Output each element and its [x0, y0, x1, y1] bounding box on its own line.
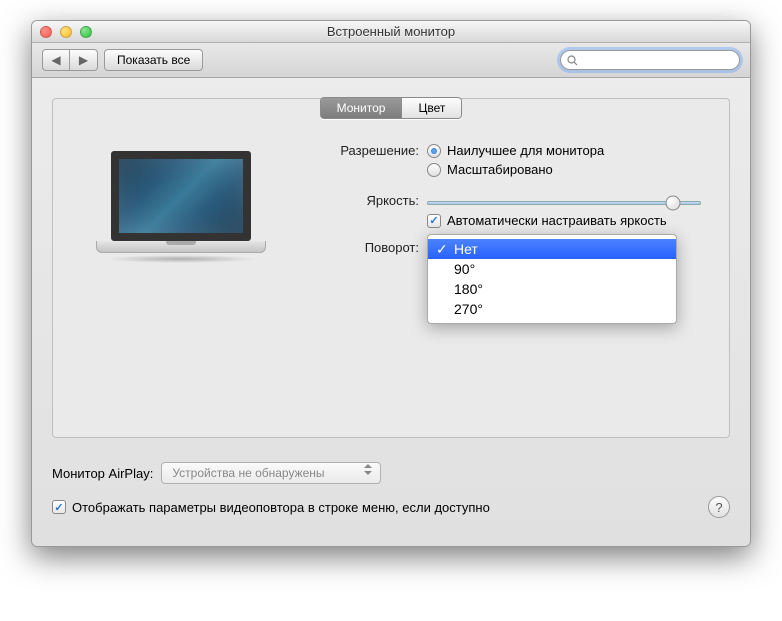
slider-knob[interactable]: [665, 196, 680, 211]
rotation-option-none[interactable]: Нет: [428, 239, 676, 259]
airplay-value: Устройства не обнаружены: [172, 466, 324, 480]
minimize-icon[interactable]: [60, 26, 72, 38]
back-button[interactable]: ◀: [42, 49, 70, 71]
checkbox-icon: ✓: [52, 500, 66, 514]
mirror-checkbox[interactable]: ✓ Отображать параметры видеоповтора в ст…: [52, 500, 490, 515]
auto-brightness-label: Автоматически настраивать яркость: [447, 213, 667, 228]
close-icon[interactable]: [40, 26, 52, 38]
checkbox-icon: ✓: [427, 214, 441, 228]
show-all-button[interactable]: Показать все: [104, 49, 203, 71]
rotation-menu: Нет 90° 180° 270°: [427, 234, 677, 324]
resolution-best-radio[interactable]: Наилучшее для монитора: [427, 143, 701, 158]
window-title: Встроенный монитор: [32, 24, 750, 39]
rotation-option-270[interactable]: 270°: [428, 299, 676, 319]
search-field[interactable]: [560, 50, 740, 70]
toolbar: ◀ ▶ Показать все: [32, 43, 750, 78]
tab-monitor[interactable]: Монитор: [321, 98, 403, 118]
resolution-label: Разрешение:: [317, 143, 427, 181]
tab-group: Монитор Цвет: [320, 97, 463, 119]
laptop-screen-icon: [111, 151, 251, 241]
resolution-scaled-radio[interactable]: Масштабировано: [427, 162, 701, 177]
rotation-label: Поворот:: [317, 240, 427, 255]
search-icon: [567, 55, 578, 66]
preferences-window: Встроенный монитор ◀ ▶ Показать все Мони…: [31, 20, 751, 547]
display-thumbnail: [81, 143, 281, 267]
rotation-option-90[interactable]: 90°: [428, 259, 676, 279]
rotation-option-180[interactable]: 180°: [428, 279, 676, 299]
airplay-combo[interactable]: Устройства не обнаружены: [161, 462, 381, 484]
tab-color[interactable]: Цвет: [402, 98, 461, 118]
search-input[interactable]: [582, 54, 733, 66]
mirror-label: Отображать параметры видеоповтора в стро…: [72, 500, 490, 515]
radio-icon: [427, 144, 441, 158]
radio-icon: [427, 163, 441, 177]
help-button[interactable]: ?: [708, 496, 730, 518]
nav-group: ◀ ▶: [42, 49, 98, 71]
brightness-label: Яркость:: [317, 193, 427, 228]
zoom-icon[interactable]: [80, 26, 92, 38]
settings-panel: Монитор Цвет Разрешение:: [52, 98, 730, 438]
resolution-best-label: Наилучшее для монитора: [447, 143, 604, 158]
auto-brightness-checkbox[interactable]: ✓ Автоматически настраивать яркость: [427, 213, 701, 228]
brightness-slider[interactable]: [427, 201, 701, 205]
resolution-scaled-label: Масштабировано: [447, 162, 553, 177]
forward-button[interactable]: ▶: [70, 49, 98, 71]
airplay-label: Монитор AirPlay:: [52, 466, 153, 481]
titlebar[interactable]: Встроенный монитор: [32, 21, 750, 43]
